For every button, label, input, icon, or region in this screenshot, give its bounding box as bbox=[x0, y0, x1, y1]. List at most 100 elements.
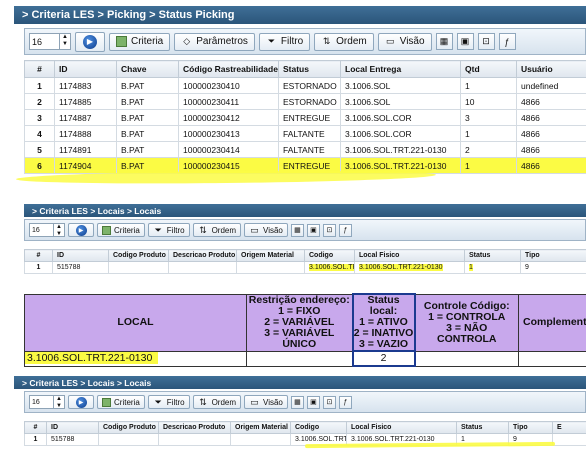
visao-button[interactable]: ▭ Visão bbox=[377, 32, 432, 51]
filtro-button[interactable]: ⏷ Filtro bbox=[147, 223, 190, 237]
column-header[interactable]: Codigo bbox=[304, 249, 355, 262]
column-header[interactable]: Codigo bbox=[290, 421, 347, 434]
page-size-stepper[interactable]: 16 ▲ ▼ bbox=[29, 395, 65, 409]
page-size-stepper[interactable]: 16 ▲ ▼ bbox=[29, 33, 71, 50]
column-header[interactable]: Local Fisico bbox=[354, 249, 465, 262]
legend-complemento-header: Complemento bbox=[518, 293, 586, 352]
function-icon[interactable]: ƒ bbox=[338, 395, 352, 409]
stepper-arrows-icon[interactable]: ▲ ▼ bbox=[53, 396, 64, 409]
run-button[interactable]: ▶ bbox=[68, 395, 94, 409]
view-icon: ▭ bbox=[250, 224, 259, 235]
page-size-stepper[interactable]: 16 ▲ ▼ bbox=[29, 223, 65, 237]
column-header[interactable]: Status bbox=[464, 249, 521, 262]
column-header[interactable]: ID bbox=[46, 421, 99, 434]
table-row[interactable]: 2 1174885 B.PAT 100000230411 ESTORNADO 3.1006… bbox=[24, 93, 586, 110]
table-cell: undefined bbox=[516, 77, 586, 94]
page-size-value: 16 bbox=[32, 398, 40, 406]
save-icon[interactable]: ▣ bbox=[306, 223, 320, 237]
table-cell bbox=[230, 433, 291, 446]
table-row[interactable]: 4 1174888 B.PAT 100000230413 FALTANTE 3.1006.… bbox=[24, 125, 586, 142]
column-header[interactable]: Status bbox=[278, 60, 341, 78]
table-cell: 1 bbox=[460, 157, 517, 174]
table-cell: 4866 bbox=[516, 125, 586, 142]
column-header[interactable]: Qtd bbox=[460, 60, 517, 78]
filtro-button[interactable]: ⏷ Filtro bbox=[147, 395, 190, 409]
table-cell: 1 bbox=[460, 77, 517, 94]
visao-label: Visão bbox=[263, 397, 283, 407]
criteria-button[interactable]: Criteria bbox=[109, 32, 171, 51]
visao-button[interactable]: ▭ Visão bbox=[244, 395, 288, 409]
table-row[interactable]: 15157883.1006.SOL.TRT3.1006.SOL.TRT.221-… bbox=[24, 261, 586, 274]
column-header[interactable]: # bbox=[24, 421, 47, 434]
run-button[interactable]: ▶ bbox=[75, 31, 105, 52]
breadcrumb-3: > Criteria LES > Locais > Locais bbox=[14, 376, 586, 389]
column-header[interactable]: Descricao Produto bbox=[168, 249, 237, 262]
column-header[interactable]: ID bbox=[52, 249, 109, 262]
table-cell: 1174904 bbox=[54, 157, 117, 174]
table-header: # ID Chave Código Rastreabilidade Status Loca… bbox=[24, 60, 586, 78]
column-header[interactable]: Status bbox=[456, 421, 509, 434]
table-cell: 3.1006.SOL.TRT bbox=[304, 261, 355, 274]
ordem-button[interactable]: ⇅ Ordem bbox=[192, 223, 242, 237]
stepper-arrows-icon[interactable]: ▲ ▼ bbox=[53, 224, 64, 237]
column-header[interactable]: Tipo bbox=[508, 421, 553, 434]
table-row[interactable]: 5 1174891 B.PAT 100000230414 FALTANTE 3.1006.… bbox=[24, 141, 586, 158]
table-cell: B.PAT bbox=[116, 93, 179, 110]
table-cell: 515788 bbox=[52, 261, 109, 274]
table-cell: 2 bbox=[460, 141, 517, 158]
grid-icon bbox=[116, 36, 127, 47]
table-row[interactable]: 3 1174887 B.PAT 100000230412 ENTREGUE 3.1006.… bbox=[24, 109, 586, 126]
export-icon[interactable]: ▦ bbox=[290, 395, 304, 409]
expand-icon[interactable]: ⊡ bbox=[477, 33, 495, 50]
column-header[interactable]: Local Fisico bbox=[346, 421, 457, 434]
criteria-button[interactable]: Criteria bbox=[97, 223, 145, 237]
save-icon[interactable]: ▣ bbox=[456, 33, 474, 50]
table-cell: 1174888 bbox=[54, 125, 117, 142]
expand-icon[interactable]: ⊡ bbox=[322, 395, 336, 409]
table-cell: 4866 bbox=[516, 93, 586, 110]
table-cell: FALTANTE bbox=[278, 141, 341, 158]
column-header[interactable]: Origem Material bbox=[230, 421, 291, 434]
parametros-label: Parâmetros bbox=[196, 36, 248, 47]
legend-status-value: 2 bbox=[351, 350, 416, 367]
criteria-button[interactable]: Criteria bbox=[97, 395, 145, 409]
table-cell: 1 bbox=[24, 261, 53, 274]
ordem-button[interactable]: ⇅ Ordem bbox=[314, 32, 374, 51]
column-header[interactable]: # bbox=[24, 249, 53, 262]
column-header[interactable]: Descricao Produto bbox=[158, 421, 231, 434]
column-header[interactable]: Origem Material bbox=[236, 249, 305, 262]
table-cell: FALTANTE bbox=[278, 125, 341, 142]
column-header[interactable]: Chave bbox=[116, 60, 179, 78]
export-icon[interactable]: ▦ bbox=[435, 33, 453, 50]
table-cell: 1174883 bbox=[54, 77, 117, 94]
highlighted-value: 3.1006.SOL.TRT bbox=[309, 264, 354, 271]
table-row[interactable]: 1 1174883 B.PAT 100000230410 ESTORNADO 3.1006… bbox=[24, 77, 586, 94]
column-header[interactable]: Código Rastreabilidade bbox=[178, 60, 279, 78]
export-icon[interactable]: ▦ bbox=[290, 223, 304, 237]
filtro-label: Filtro bbox=[280, 36, 304, 47]
stepper-arrows-icon[interactable]: ▲ ▼ bbox=[59, 34, 70, 49]
column-header[interactable]: E bbox=[552, 421, 586, 434]
column-header[interactable]: Codigo Produto bbox=[98, 421, 159, 434]
column-header[interactable]: Tipo bbox=[520, 249, 586, 262]
parametros-button[interactable]: ◇ Parâmetros bbox=[174, 32, 255, 51]
table-cell: 100000230414 bbox=[178, 141, 279, 158]
save-icon[interactable]: ▣ bbox=[306, 395, 320, 409]
ordem-button[interactable]: ⇅ Ordem bbox=[192, 395, 242, 409]
visao-button[interactable]: ▭ Visão bbox=[244, 223, 288, 237]
run-button[interactable]: ▶ bbox=[68, 223, 94, 237]
column-header[interactable]: Local Entrega bbox=[340, 60, 461, 78]
function-icon[interactable]: ƒ bbox=[338, 223, 352, 237]
function-icon[interactable]: ƒ bbox=[498, 33, 516, 50]
column-header[interactable]: Usuário bbox=[516, 60, 586, 78]
breadcrumb-2: > Criteria LES > Locais > Locais bbox=[24, 204, 586, 217]
play-icon: ▶ bbox=[75, 396, 87, 408]
column-header[interactable]: ID bbox=[54, 60, 117, 78]
picking-table: # ID Chave Código Rastreabilidade Status Loca… bbox=[24, 60, 586, 174]
sort-az-icon: ⇅ bbox=[322, 36, 331, 46]
table-cell: 1174885 bbox=[54, 93, 117, 110]
expand-icon[interactable]: ⊡ bbox=[322, 223, 336, 237]
column-header[interactable]: # bbox=[24, 60, 55, 78]
column-header[interactable]: Codigo Produto bbox=[108, 249, 169, 262]
filtro-button[interactable]: ⏷ Filtro bbox=[258, 32, 311, 51]
